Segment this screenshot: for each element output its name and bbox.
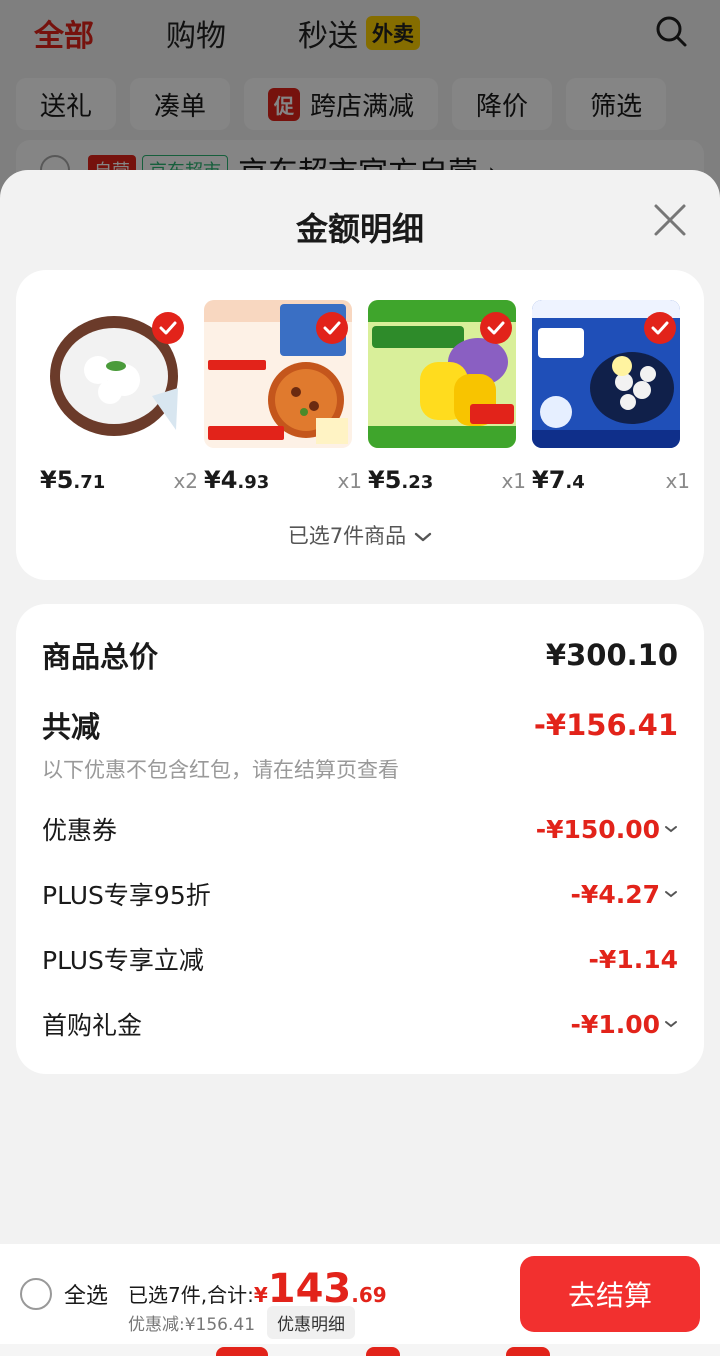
chevron-down-icon: [665, 1021, 677, 1028]
total-price-row: 商品总价 ¥300.10: [42, 634, 678, 676]
plus-discount-label: PLUS专享95折: [42, 881, 211, 910]
checkout-button-label: 去结算: [567, 1279, 652, 1312]
product-qty: x2: [173, 469, 198, 493]
checked-icon[interactable]: [316, 312, 348, 344]
first-purchase-row[interactable]: 首购礼金 -¥1.00: [42, 1004, 678, 1044]
product-item[interactable]: ¥5.71 x2: [40, 300, 198, 494]
first-purchase-value: -¥1.00: [570, 1009, 660, 1039]
close-icon[interactable]: [650, 200, 690, 240]
checked-icon[interactable]: [152, 312, 184, 344]
chevron-down-icon: [414, 532, 432, 542]
product-price: ¥7.4: [532, 466, 585, 494]
selected-count-toggle[interactable]: 已选7件商品: [16, 520, 704, 550]
coupon-row[interactable]: 优惠券 -¥150.00: [42, 809, 678, 849]
product-image: [368, 300, 516, 448]
select-all-toggle[interactable]: 全选: [20, 1278, 108, 1310]
summary-label: 已选7件,合计:: [128, 1283, 254, 1307]
selected-products-card: ¥5.71 x2 ¥4.93 x1 ¥5.23 x1 ¥7.4 x1 已选7件商…: [16, 270, 704, 580]
coupon-value: -¥150.00: [535, 814, 660, 844]
total-reduce-row: 共减 -¥156.41: [42, 704, 678, 746]
select-all-label: 全选: [64, 1284, 109, 1309]
total-reduce-value: -¥156.41: [533, 708, 678, 742]
total-price-label: 商品总价: [42, 640, 159, 674]
discount-summary: 优惠减:¥156.41 优惠明细: [128, 1306, 356, 1339]
checkout-button[interactable]: 去结算: [520, 1256, 700, 1332]
product-qty: x1: [665, 469, 690, 493]
product-image: [532, 300, 680, 448]
coupon-label: 优惠券: [42, 816, 118, 845]
tab-badge: [216, 1347, 268, 1356]
price-int: ¥7: [532, 466, 566, 494]
product-image: [40, 300, 188, 448]
plus-reduce-row: PLUS专享立减 -¥1.14: [42, 939, 678, 979]
tab-bar-edge: [0, 1344, 720, 1356]
total-dec: .69: [351, 1283, 387, 1307]
plus-reduce-label: PLUS专享立减: [42, 946, 204, 975]
product-image: [204, 300, 352, 448]
price-dec: .93: [237, 472, 270, 493]
plus-discount-value: -¥4.27: [570, 879, 660, 909]
first-purchase-label: 首购礼金: [42, 1011, 143, 1040]
price-int: ¥5: [40, 466, 74, 494]
price-int: ¥5: [368, 466, 402, 494]
tab-badge: [506, 1347, 550, 1356]
checked-icon[interactable]: [480, 312, 512, 344]
product-item[interactable]: ¥4.93 x1: [204, 300, 362, 494]
product-price: ¥5.71: [40, 466, 105, 494]
selected-count-label: 已选7件商品: [287, 524, 407, 548]
price-dec: .71: [73, 472, 106, 493]
checkout-bar: 全选 已选7件,合计: ¥ 143 .69 优惠减:¥156.41 优惠明细 去…: [0, 1244, 720, 1344]
price-dec: .4: [565, 472, 585, 493]
product-qty: x1: [337, 469, 362, 493]
discount-detail-button[interactable]: 优惠明细: [267, 1306, 356, 1339]
chevron-down-icon: [665, 826, 677, 833]
product-price: ¥4.93: [204, 466, 269, 494]
product-item[interactable]: ¥7.4 x1: [532, 300, 690, 494]
total-price-value: ¥300.10: [545, 638, 678, 672]
chevron-down-icon: [665, 891, 677, 898]
price-int: ¥4: [204, 466, 238, 494]
plus-discount-row[interactable]: PLUS专享95折 -¥4.27: [42, 874, 678, 914]
product-price: ¥5.23: [368, 466, 433, 494]
tab-badge: [366, 1347, 400, 1356]
product-item[interactable]: ¥5.23 x1: [368, 300, 526, 494]
currency-symbol: ¥: [253, 1283, 268, 1307]
amount-detail-sheet: 金额明细 ¥5.71 x2 ¥4.93 x1 ¥5.23 x1 ¥7.4 x1 …: [0, 170, 720, 1356]
plus-reduce-value: -¥1.14: [588, 944, 678, 974]
price-detail-card: 商品总价 ¥300.10 共减 -¥156.41 以下优惠不包含红包，请在结算页…: [16, 604, 704, 1074]
checked-icon[interactable]: [644, 312, 676, 344]
product-qty: x1: [501, 469, 526, 493]
price-dec: .23: [401, 472, 434, 493]
total-reduce-label: 共减: [42, 710, 101, 744]
discount-label: 优惠减:¥156.41: [128, 1315, 256, 1335]
discount-note: 以下优惠不包含红包，请在结算页查看: [42, 758, 399, 782]
select-all-radio[interactable]: [20, 1278, 52, 1310]
sheet-title: 金额明细: [295, 210, 424, 248]
